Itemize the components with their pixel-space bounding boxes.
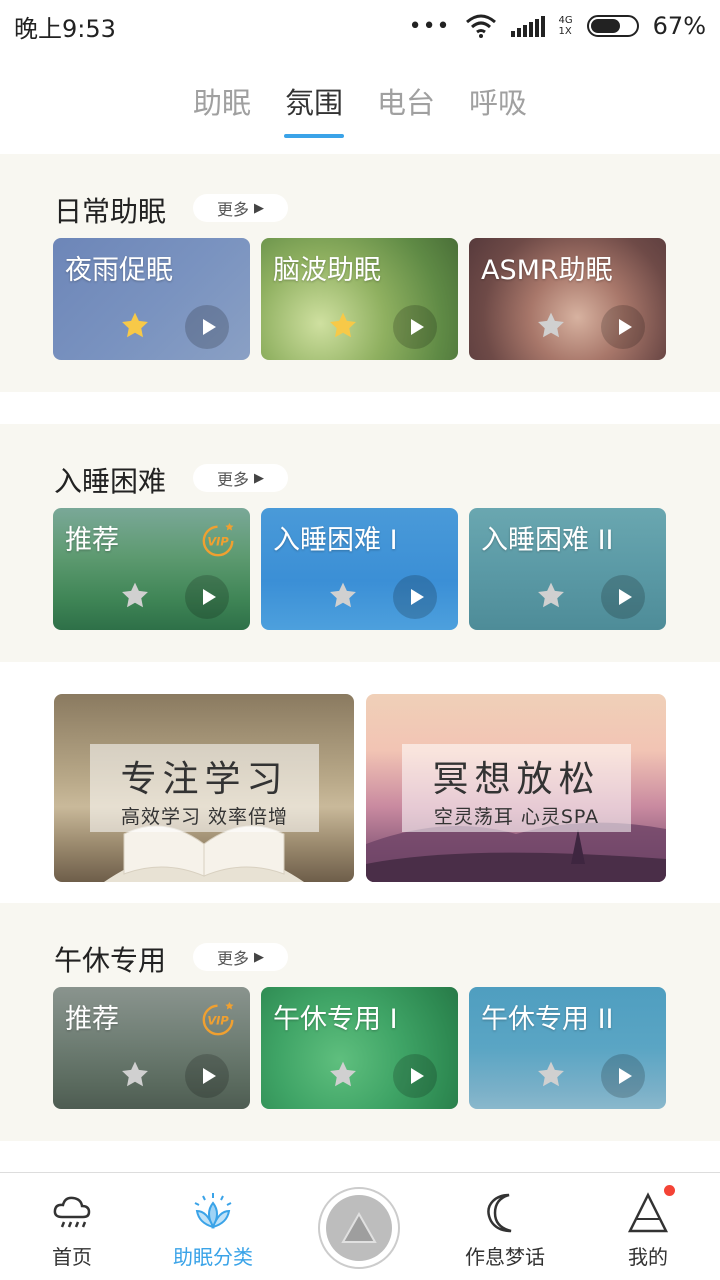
banner-focus-study[interactable]: 专注学习 高效学习 效率倍增 <box>54 694 354 882</box>
mountain-icon <box>627 1192 669 1233</box>
play-button[interactable] <box>393 1054 437 1098</box>
notification-dots-icon: ••• <box>408 13 451 39</box>
card-title: 午休专用 I <box>273 1004 398 1035</box>
nav-label: 首页 <box>52 1245 92 1269</box>
section-title: 午休专用 <box>54 944 167 977</box>
section-title: 日常助眠 <box>54 195 167 228</box>
sound-card[interactable]: 推荐 VIP <box>53 987 250 1109</box>
svg-text:VIP: VIP <box>207 535 229 549</box>
wifi-icon <box>465 14 496 38</box>
play-icon <box>202 319 216 335</box>
play-button[interactable] <box>185 575 229 619</box>
star-icon[interactable] <box>535 310 567 342</box>
play-icon <box>410 589 424 605</box>
sound-card[interactable]: 午休专用 II <box>469 987 666 1109</box>
banner-title: 冥想放松 <box>432 759 601 800</box>
arrow-right-icon: ▶ <box>254 949 264 965</box>
sound-card[interactable]: 午休专用 I <box>261 987 458 1109</box>
play-button[interactable] <box>601 1054 645 1098</box>
moon-icon <box>487 1193 512 1233</box>
banner-text-box: 冥想放松 空灵荡耳 心灵SPA <box>402 744 631 832</box>
battery-icon <box>586 15 639 37</box>
star-icon[interactable] <box>119 310 151 342</box>
card-title: ASMR助眠 <box>481 255 613 286</box>
nav-mine[interactable]: 我的 <box>606 1173 690 1280</box>
nav-label: 我的 <box>628 1245 668 1269</box>
network-type: 4G 1X <box>558 15 573 37</box>
banner-subtitle: 高效学习 效率倍增 <box>120 806 289 828</box>
play-icon <box>410 319 424 335</box>
section-trouble-sleeping: 入睡困难 更多 ▶ 推荐 VIP 入睡困难 I 入睡困难 II <box>0 424 720 662</box>
play-icon <box>202 1068 216 1084</box>
lotus-icon <box>194 1193 232 1230</box>
tab-breathing[interactable]: 呼吸 <box>469 80 527 138</box>
star-icon[interactable] <box>327 310 359 342</box>
arrow-right-icon: ▶ <box>254 470 264 486</box>
card-title: 入睡困难 I <box>273 525 398 556</box>
section-daily-sleep: 日常助眠 更多 ▶ 夜雨促眠 脑波助眠 ASMR助眠 <box>0 154 720 392</box>
more-button[interactable]: 更多 ▶ <box>193 464 288 492</box>
play-icon <box>618 1068 632 1084</box>
sound-card[interactable]: 入睡困难 II <box>469 508 666 630</box>
signal-strength-icon <box>510 15 545 37</box>
card-title: 推荐 <box>65 1004 119 1035</box>
play-icon <box>410 1068 424 1084</box>
star-icon[interactable] <box>119 1059 151 1091</box>
star-icon[interactable] <box>327 580 359 612</box>
card-title: 推荐 <box>65 525 119 556</box>
play-button[interactable] <box>601 305 645 349</box>
nav-sleep-categories[interactable]: 助眠分类 <box>166 1173 260 1280</box>
tab-sleep-aid[interactable]: 助眠 <box>193 80 251 138</box>
sound-card[interactable]: 脑波助眠 <box>261 238 458 360</box>
bottom-navigation: 首页 助眠分类 作息梦话 我的 <box>0 1172 720 1280</box>
nav-schedule-dream[interactable]: 作息梦话 <box>458 1173 552 1280</box>
play-button[interactable] <box>185 1054 229 1098</box>
nav-home[interactable]: 首页 <box>30 1173 114 1280</box>
center-play-button[interactable] <box>318 1187 400 1269</box>
tab-atmosphere[interactable]: 氛围 <box>283 80 345 138</box>
triangle-logo-icon <box>341 1212 377 1243</box>
star-icon[interactable] <box>327 1059 359 1091</box>
cloud-rain-icon <box>53 1196 91 1228</box>
banner-title: 专注学习 <box>120 759 289 800</box>
card-title: 脑波助眠 <box>273 255 381 286</box>
banner-subtitle: 空灵荡耳 心灵SPA <box>433 806 600 828</box>
star-icon[interactable] <box>119 580 151 612</box>
banner-text-box: 专注学习 高效学习 效率倍增 <box>90 744 319 832</box>
play-icon <box>202 589 216 605</box>
more-button[interactable]: 更多 ▶ <box>193 943 288 971</box>
more-button[interactable]: 更多 ▶ <box>193 194 288 222</box>
banner-meditation[interactable]: 冥想放松 空灵荡耳 心灵SPA <box>366 694 666 882</box>
star-icon[interactable] <box>535 1059 567 1091</box>
section-title: 入睡困难 <box>54 465 167 498</box>
play-icon <box>618 319 632 335</box>
section-nap: 午休专用 更多 ▶ 推荐 VIP 午休专用 I 午休专用 II <box>0 903 720 1141</box>
play-button[interactable] <box>393 305 437 349</box>
play-button[interactable] <box>393 575 437 619</box>
arrow-right-icon: ▶ <box>254 200 264 216</box>
category-tabs: 助眠 氛围 电台 呼吸 <box>0 80 720 142</box>
play-button[interactable] <box>185 305 229 349</box>
star-icon[interactable] <box>535 580 567 612</box>
vip-badge-icon: VIP <box>202 1001 234 1036</box>
vip-badge-icon: VIP <box>202 522 234 557</box>
card-title: 午休专用 II <box>481 1004 614 1035</box>
sound-card[interactable]: 推荐 VIP <box>53 508 250 630</box>
play-icon <box>618 589 632 605</box>
play-button[interactable] <box>601 575 645 619</box>
sound-card[interactable]: 入睡困难 I <box>261 508 458 630</box>
battery-percent: 67% <box>652 12 706 40</box>
card-title: 夜雨促眠 <box>65 255 173 286</box>
status-bar: 晚上9:53 ••• 4G 1X 67% <box>0 0 720 52</box>
svg-text:VIP: VIP <box>207 1014 229 1028</box>
status-time: 晚上9:53 <box>14 14 116 43</box>
tab-radio[interactable]: 电台 <box>377 80 435 138</box>
nav-label: 作息梦话 <box>465 1245 545 1269</box>
notification-badge <box>664 1185 675 1196</box>
sound-card[interactable]: ASMR助眠 <box>469 238 666 360</box>
sound-card[interactable]: 夜雨促眠 <box>53 238 250 360</box>
card-title: 入睡困难 II <box>481 525 614 556</box>
nav-label: 助眠分类 <box>173 1245 253 1269</box>
